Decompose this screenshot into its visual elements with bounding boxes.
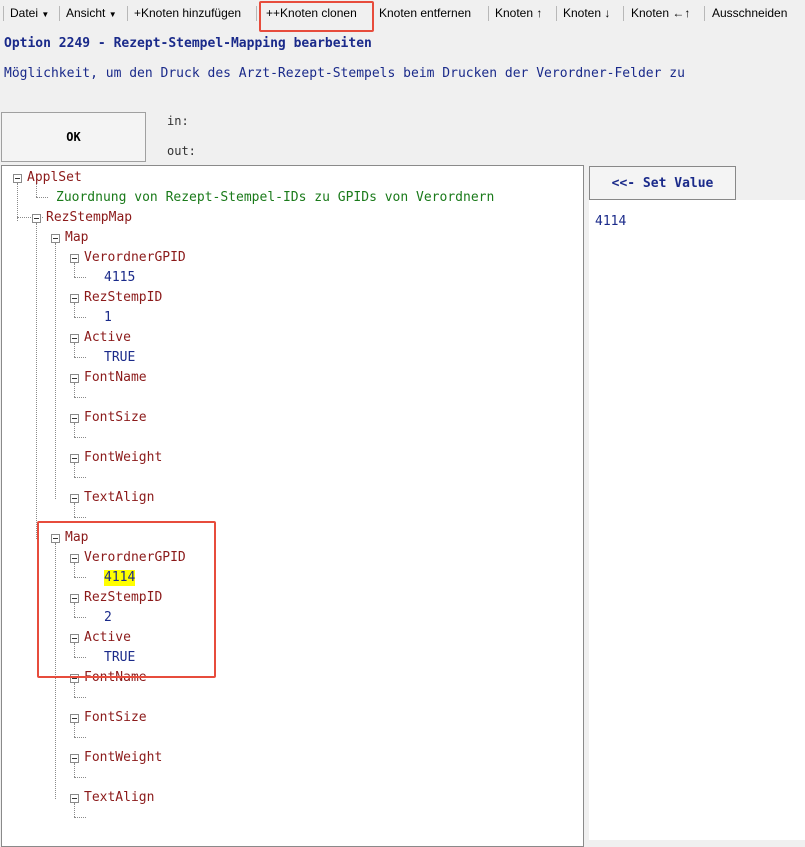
tree-connector [74, 683, 75, 697]
tree-node-field[interactable]: FontWeight [84, 750, 162, 766]
tree-node-field[interactable]: RezStempID [84, 290, 162, 306]
tree-connector [74, 397, 86, 398]
tree-node-field[interactable]: Active [84, 330, 131, 346]
toolbar-separator [488, 6, 489, 21]
tree-connector [55, 243, 56, 499]
tree-node-field[interactable]: TextAlign [84, 790, 154, 806]
toolbar: Datei ▼ Ansicht ▼ +Knoten hinzufügen ++K… [0, 0, 805, 26]
tree-node-field[interactable]: VerordnerGPID [84, 250, 186, 266]
tree-node-rezstempmap[interactable]: RezStempMap [46, 210, 132, 226]
collapse-icon[interactable] [70, 794, 79, 803]
tree-connector [74, 697, 86, 698]
value-editor-panel[interactable] [589, 200, 805, 840]
toolbar-separator [556, 6, 557, 21]
toolbar-separator [59, 6, 60, 21]
collapse-icon[interactable] [70, 334, 79, 343]
tree-node-applset[interactable]: ApplSet [27, 170, 82, 186]
toolbar-separator [3, 6, 4, 21]
menu-file[interactable]: Datei ▼ [10, 6, 49, 20]
xml-tree-panel[interactable]: ApplSet Zuordnung von Rezept-Stempel-IDs… [1, 165, 584, 847]
tree-connector [74, 277, 86, 278]
collapse-icon[interactable] [70, 254, 79, 263]
tree-connector [74, 517, 86, 518]
tree-connector [17, 183, 18, 221]
chevron-down-icon: ▼ [41, 10, 50, 19]
toolbar-separator [704, 6, 705, 21]
tree-connector [74, 817, 86, 818]
tree-node-value[interactable]: TRUE [104, 350, 135, 366]
tree-connector [74, 763, 75, 777]
collapse-icon[interactable] [32, 214, 41, 223]
toolbar-separator [127, 6, 128, 21]
tree-connector [74, 263, 75, 277]
tree-connector [74, 423, 75, 437]
tree-node-map[interactable]: Map [65, 230, 88, 246]
option-description: Möglichkeit, um den Druck des Arzt-Rezep… [4, 66, 685, 81]
collapse-icon[interactable] [70, 294, 79, 303]
tree-node-comment[interactable]: Zuordnung von Rezept-Stempel-IDs zu GPID… [56, 190, 494, 206]
menu-view-label: Ansicht [66, 6, 106, 20]
collapse-icon[interactable] [13, 174, 22, 183]
tree-node-field[interactable]: FontName [84, 370, 147, 386]
tree-connector [74, 463, 75, 477]
tree-node-field[interactable]: TextAlign [84, 490, 154, 506]
tree-connector [74, 503, 75, 517]
tree-connector [74, 303, 75, 317]
tree-connector [74, 343, 75, 357]
tree-connector [74, 383, 75, 397]
node-up-button[interactable]: Knoten ↑ [495, 6, 542, 20]
menu-view[interactable]: Ansicht ▼ [66, 6, 117, 20]
tree-node-value[interactable]: 1 [104, 310, 112, 326]
tree-connector [36, 197, 48, 198]
collapse-icon[interactable] [70, 494, 79, 503]
collapse-icon[interactable] [70, 454, 79, 463]
tree-node-field[interactable]: FontSize [84, 710, 147, 726]
collapse-icon[interactable] [70, 714, 79, 723]
in-label: in: [167, 114, 189, 128]
toolbar-separator [623, 6, 624, 21]
remove-node-button[interactable]: Knoten entfernen [379, 6, 471, 20]
tree-connector [74, 777, 86, 778]
page-title: Option 2249 - Rezept-Stempel-Mapping bea… [4, 36, 372, 51]
node-left-button[interactable]: Knoten ←↑ [631, 6, 690, 20]
collapse-icon[interactable] [70, 414, 79, 423]
collapse-icon[interactable] [70, 374, 79, 383]
tree-connector [36, 223, 37, 539]
node-down-button[interactable]: Knoten ↓ [563, 6, 610, 20]
tree-node-field[interactable]: FontWeight [84, 450, 162, 466]
collapse-icon[interactable] [51, 234, 60, 243]
ok-button[interactable]: OK [1, 112, 146, 162]
tree-connector [74, 357, 86, 358]
value-editor-text[interactable]: 4114 [595, 214, 626, 229]
tree-connector [74, 317, 86, 318]
tree-connector [74, 723, 75, 737]
cloned-map-highlight [37, 521, 216, 678]
tree-connector [74, 803, 75, 817]
menu-file-label: Datei [10, 6, 39, 20]
tree-connector [74, 737, 86, 738]
clone-node-highlight [259, 1, 374, 32]
out-label: out: [167, 144, 196, 158]
add-node-button[interactable]: +Knoten hinzufügen [134, 6, 241, 20]
collapse-icon[interactable] [70, 754, 79, 763]
tree-node-field[interactable]: FontSize [84, 410, 147, 426]
set-value-button[interactable]: <<- Set Value [589, 166, 736, 200]
tree-node-value[interactable]: 4115 [104, 270, 135, 286]
toolbar-separator [256, 6, 257, 21]
chevron-down-icon: ▼ [108, 10, 117, 19]
cut-button[interactable]: Ausschneiden [712, 6, 787, 20]
tree-connector [74, 437, 86, 438]
tree-connector [74, 477, 86, 478]
